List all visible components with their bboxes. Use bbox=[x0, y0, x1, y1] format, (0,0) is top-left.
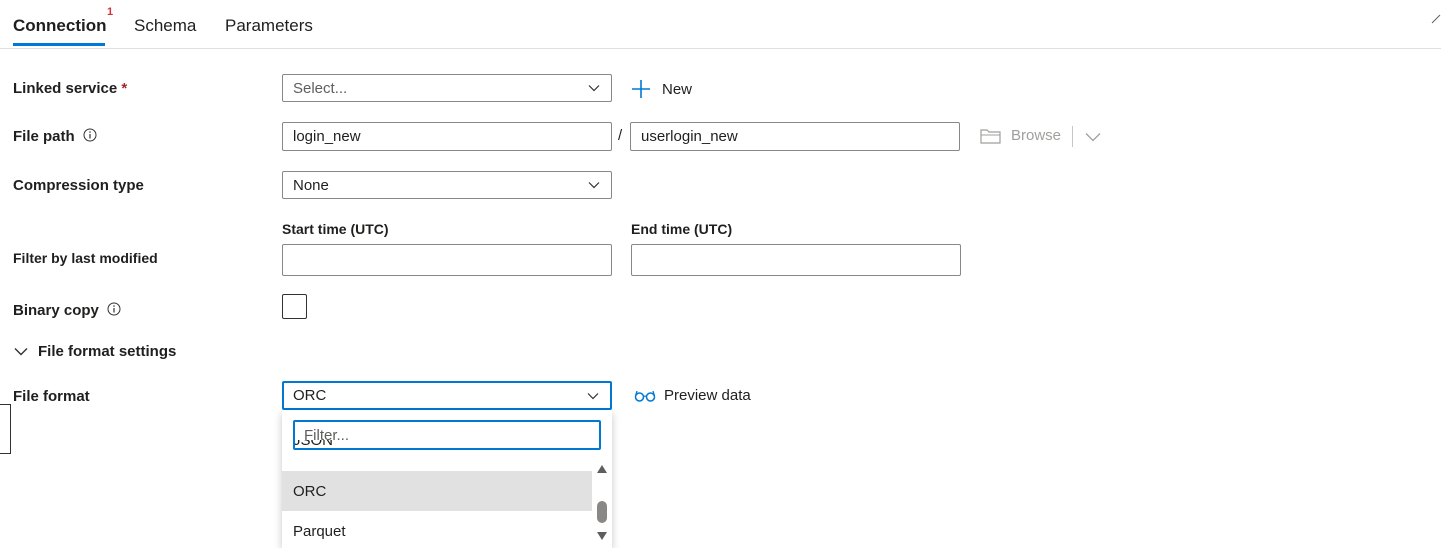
start-time-input[interactable] bbox=[282, 244, 612, 276]
chevron-down-icon bbox=[14, 347, 28, 355]
file-format-settings-toggle[interactable]: File format settings bbox=[13, 343, 176, 360]
preview-data-button[interactable]: Preview data bbox=[634, 387, 751, 404]
compression-type-value: None bbox=[293, 176, 329, 194]
dropdown-scrollbar[interactable] bbox=[592, 460, 612, 548]
file-path-container-input[interactable]: login_new bbox=[282, 122, 612, 151]
dropdown-filter-input[interactable]: Filter... bbox=[293, 420, 601, 450]
tab-bar bbox=[0, 0, 1441, 49]
browse-divider bbox=[1072, 126, 1073, 147]
file-format-select[interactable]: ORC bbox=[282, 381, 612, 410]
side-panel-handle[interactable] bbox=[0, 404, 11, 454]
required-marker: * bbox=[121, 80, 128, 97]
browse-options-chevron-icon[interactable] bbox=[1085, 132, 1101, 142]
tab-schema[interactable]: Schema bbox=[134, 16, 196, 36]
linked-service-placeholder: Select... bbox=[293, 79, 348, 97]
binary-copy-label: Binary copy bbox=[13, 302, 121, 319]
file-path-file-input[interactable]: userlogin_new bbox=[630, 122, 960, 151]
dropdown-filter-placeholder: Filter... bbox=[304, 426, 350, 444]
scroll-down-arrow-icon[interactable] bbox=[596, 531, 608, 541]
chevron-down-icon bbox=[587, 392, 599, 399]
linked-service-label: Linked service * bbox=[13, 80, 128, 97]
tab-active-indicator bbox=[13, 43, 105, 46]
browse-button[interactable]: Browse bbox=[980, 127, 1061, 144]
browse-label: Browse bbox=[1011, 127, 1062, 144]
file-format-dropdown: JSON Filter... ORC Parquet bbox=[282, 410, 612, 548]
dropdown-option-parquet[interactable]: Parquet bbox=[282, 511, 592, 548]
expand-icon[interactable] bbox=[1431, 14, 1441, 24]
chevron-down-icon bbox=[588, 85, 600, 92]
new-linked-service-button[interactable]: New bbox=[631, 79, 692, 99]
file-format-settings-label: File format settings bbox=[38, 343, 177, 360]
info-icon[interactable] bbox=[83, 128, 97, 142]
filter-last-modified-label: Filter by last modified bbox=[13, 250, 158, 266]
chevron-down-icon bbox=[588, 182, 600, 189]
dropdown-option-orc[interactable]: ORC bbox=[282, 471, 592, 511]
file-format-value: ORC bbox=[293, 387, 327, 404]
tab-parameters[interactable]: Parameters bbox=[225, 16, 313, 36]
folder-icon bbox=[980, 128, 1001, 144]
scroll-up-arrow-icon[interactable] bbox=[596, 464, 608, 474]
file-path-separator: / bbox=[618, 127, 623, 144]
tab-connection-error-badge: 1 bbox=[107, 6, 114, 18]
info-icon[interactable] bbox=[107, 302, 121, 316]
file-path-file-value: userlogin_new bbox=[641, 128, 738, 145]
plus-icon bbox=[632, 80, 650, 98]
scrollbar-thumb[interactable] bbox=[597, 501, 607, 523]
compression-type-select[interactable]: None bbox=[282, 171, 612, 199]
file-path-label: File path bbox=[13, 128, 97, 145]
compression-type-label: Compression type bbox=[13, 177, 144, 194]
end-time-input[interactable] bbox=[631, 244, 961, 276]
linked-service-select[interactable]: Select... bbox=[282, 74, 612, 102]
glasses-icon bbox=[634, 390, 656, 402]
binary-copy-checkbox[interactable] bbox=[282, 294, 307, 319]
start-time-label: Start time (UTC) bbox=[282, 221, 389, 237]
file-format-label: File format bbox=[13, 388, 90, 405]
new-label: New bbox=[662, 80, 693, 98]
file-path-container-value: login_new bbox=[293, 128, 361, 145]
end-time-label: End time (UTC) bbox=[631, 221, 733, 237]
tab-connection[interactable]: Connection bbox=[13, 16, 107, 36]
preview-data-label: Preview data bbox=[664, 387, 751, 404]
